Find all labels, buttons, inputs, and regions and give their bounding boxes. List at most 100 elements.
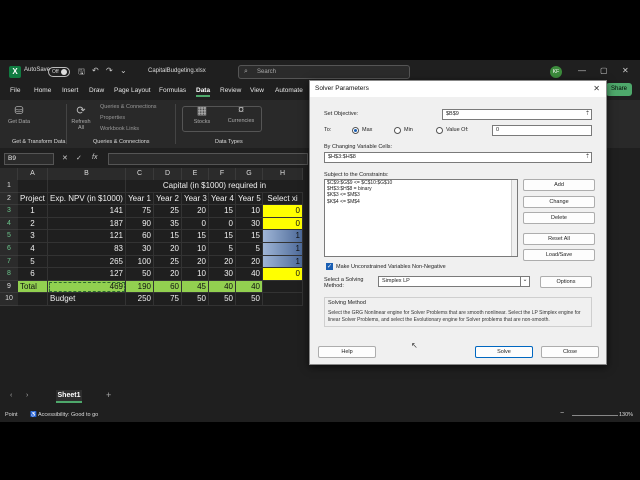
- cell-b3[interactable]: 141: [48, 205, 126, 218]
- column-header-f[interactable]: F: [209, 168, 236, 180]
- properties-button[interactable]: Properties: [100, 115, 125, 121]
- cell-f8[interactable]: 30: [209, 268, 236, 281]
- cell-d5[interactable]: 15: [154, 230, 182, 243]
- cell-c3[interactable]: 75: [126, 205, 154, 218]
- cell-f7[interactable]: 20: [209, 255, 236, 269]
- zoom-slider[interactable]: [572, 415, 618, 416]
- cell-h6[interactable]: 1: [263, 243, 303, 256]
- constraint-item[interactable]: $K$4 <= $M$4: [325, 199, 517, 205]
- row-header[interactable]: 7: [0, 255, 18, 269]
- column-header-b[interactable]: B: [48, 168, 126, 180]
- row-header[interactable]: 3: [0, 205, 18, 218]
- currencies-button[interactable]: ¤ Currencies: [226, 104, 256, 124]
- cell-c10[interactable]: 250: [126, 293, 154, 306]
- cell-a1[interactable]: [18, 180, 48, 193]
- change-button[interactable]: Change: [523, 196, 595, 208]
- minimize-icon[interactable]: —: [578, 66, 586, 75]
- load-save-button[interactable]: Load/Save: [523, 249, 595, 261]
- cell-g4[interactable]: 30: [236, 217, 263, 231]
- cell-f4[interactable]: 0: [209, 217, 236, 231]
- constraints-list[interactable]: $C$9:$G$9 <= $C$10:$G$10 $H$3:$H$8 = bin…: [324, 179, 518, 257]
- undo-icon[interactable]: ↶: [92, 66, 99, 75]
- cell-h9[interactable]: [263, 280, 303, 294]
- cell-a2[interactable]: Project: [18, 192, 48, 206]
- column-header-e[interactable]: E: [182, 168, 209, 180]
- cell-a3[interactable]: 1: [18, 205, 48, 218]
- cell-e6[interactable]: 10: [182, 243, 209, 256]
- value-of-radio[interactable]: [436, 127, 443, 134]
- add-sheet-icon[interactable]: +: [106, 390, 111, 400]
- cell-f9[interactable]: 40: [209, 280, 236, 294]
- redo-icon[interactable]: ↷: [106, 66, 113, 75]
- cell-a10[interactable]: [18, 293, 48, 306]
- cell-g7[interactable]: 20: [236, 255, 263, 269]
- tab-formulas[interactable]: Formulas: [159, 87, 186, 94]
- cell-a8[interactable]: 6: [18, 268, 48, 281]
- row-header[interactable]: 6: [0, 243, 18, 256]
- cell-d2[interactable]: Year 2: [154, 192, 182, 206]
- search-input[interactable]: ⌕ Search: [238, 65, 410, 79]
- prev-sheet-icon[interactable]: ‹: [10, 392, 12, 399]
- cell-g9[interactable]: 40: [236, 280, 263, 294]
- cell-d10[interactable]: 75: [154, 293, 182, 306]
- cell-e8[interactable]: 10: [182, 268, 209, 281]
- solving-method-select[interactable]: Simplex LP ⌄: [378, 276, 530, 287]
- cell-g5[interactable]: 15: [236, 230, 263, 243]
- row-header[interactable]: 5: [0, 230, 18, 243]
- column-header-g[interactable]: G: [236, 168, 263, 180]
- cell-e4[interactable]: 0: [182, 217, 209, 231]
- select-all-corner[interactable]: [0, 168, 18, 180]
- cell-b6[interactable]: 83: [48, 243, 126, 256]
- refresh-all-button[interactable]: ⟳ Refresh All: [70, 104, 92, 131]
- row-header[interactable]: 10: [0, 293, 18, 306]
- maximize-icon[interactable]: ▢: [600, 66, 608, 75]
- tab-file[interactable]: File: [10, 87, 20, 94]
- zoom-level[interactable]: 130%: [619, 412, 633, 418]
- fx-icon[interactable]: fx: [92, 154, 97, 161]
- cell-a6[interactable]: 4: [18, 243, 48, 256]
- value-of-input[interactable]: 0: [492, 125, 592, 136]
- cell-h5[interactable]: 1: [263, 230, 303, 243]
- tab-page-layout[interactable]: Page Layout: [114, 87, 151, 94]
- spreadsheet-grid[interactable]: ABCDEFGH 1 2 3 4 5 6 7 8 9 10 Capital (in $1000) …: [0, 168, 310, 368]
- row-header[interactable]: 2: [0, 192, 18, 206]
- queries-connections-button[interactable]: Queries & Connections: [100, 104, 157, 110]
- cell-d6[interactable]: 20: [154, 243, 182, 256]
- cell-d3[interactable]: 25: [154, 205, 182, 218]
- cell-g3[interactable]: 10: [236, 205, 263, 218]
- cell-a7[interactable]: 5: [18, 255, 48, 269]
- next-sheet-icon[interactable]: ›: [26, 392, 28, 399]
- cell-d8[interactable]: 20: [154, 268, 182, 281]
- cell-c5[interactable]: 60: [126, 230, 154, 243]
- cell-f2[interactable]: Year 4: [209, 192, 236, 206]
- row-header[interactable]: 4: [0, 217, 18, 231]
- avatar[interactable]: KF: [550, 66, 562, 78]
- cell-b7[interactable]: 265: [48, 255, 126, 269]
- help-button[interactable]: Help: [318, 346, 376, 358]
- add-button[interactable]: Add: [523, 179, 595, 191]
- row-header[interactable]: 1: [0, 180, 18, 193]
- cell-h4[interactable]: 0: [263, 217, 303, 231]
- close-button[interactable]: Close: [541, 346, 599, 358]
- cell-g10[interactable]: 50: [236, 293, 263, 306]
- save-icon[interactable]: 🖫: [78, 66, 85, 80]
- cell-h8[interactable]: 0: [263, 268, 303, 281]
- tab-insert[interactable]: Insert: [62, 87, 78, 94]
- cell-c1[interactable]: Capital (in $1000) required in: [126, 180, 303, 193]
- cell-e2[interactable]: Year 3: [182, 192, 209, 206]
- row-header[interactable]: 9: [0, 280, 18, 294]
- cell-b8[interactable]: 127: [48, 268, 126, 281]
- cell-h2[interactable]: Select xi: [263, 192, 303, 206]
- cell-d4[interactable]: 35: [154, 217, 182, 231]
- zoom-out-icon[interactable]: −: [560, 410, 564, 417]
- workbook-links-button[interactable]: Workbook Links: [100, 126, 139, 132]
- sheet-tab-sheet1[interactable]: Sheet1: [56, 390, 82, 403]
- confirm-formula-icon[interactable]: ✓: [76, 154, 82, 162]
- chevron-down-icon[interactable]: ⌄: [520, 276, 529, 287]
- cell-h3[interactable]: 0: [263, 205, 303, 218]
- get-data-button[interactable]: ⛁ Get Data: [8, 104, 30, 125]
- tab-home[interactable]: Home: [34, 87, 51, 94]
- cell-b10[interactable]: Budget: [48, 293, 126, 306]
- cell-b5[interactable]: 121: [48, 230, 126, 243]
- cell-c4[interactable]: 90: [126, 217, 154, 231]
